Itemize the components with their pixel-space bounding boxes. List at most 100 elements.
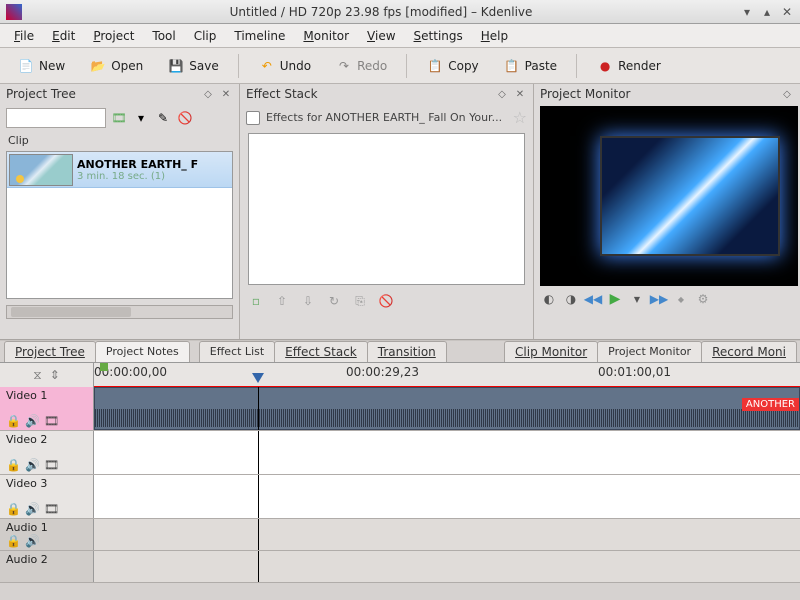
- playhead-line: [258, 387, 259, 430]
- search-input[interactable]: [6, 108, 106, 128]
- video-icon[interactable]: 🎞: [44, 458, 59, 472]
- reset-icon[interactable]: ↻: [326, 293, 342, 309]
- open-icon: 📂: [89, 57, 107, 75]
- menu-view[interactable]: View: [359, 27, 403, 45]
- favorite-icon[interactable]: ☆: [513, 108, 527, 127]
- project-tree-tools: 🎞 ▾ ✎ 🚫: [0, 104, 239, 132]
- menu-monitor[interactable]: Monitor: [295, 27, 357, 45]
- track-header-video-1[interactable]: Video 1 🔒🔊🎞: [0, 387, 94, 430]
- tab-effect-stack[interactable]: Effect Stack: [274, 341, 368, 362]
- mute-icon[interactable]: 🔊: [25, 534, 40, 548]
- paste-button[interactable]: 📋Paste: [494, 52, 566, 80]
- undo-button[interactable]: ↶Undo: [249, 52, 320, 80]
- dropdown-icon[interactable]: ▾: [132, 109, 150, 127]
- mute-icon[interactable]: 🔊: [25, 458, 40, 472]
- video-icon[interactable]: 🎞: [44, 414, 59, 428]
- video-icon[interactable]: 🎞: [44, 502, 59, 516]
- mute-icon[interactable]: 🔊: [25, 414, 40, 428]
- menu-project[interactable]: Project: [85, 27, 142, 45]
- playhead-line: [258, 519, 259, 550]
- horizontal-scrollbar[interactable]: [6, 305, 233, 319]
- project-monitor-title: Project Monitor: [540, 87, 631, 101]
- expand-icon[interactable]: ⇕: [50, 368, 60, 382]
- forward-icon[interactable]: ▶▶: [650, 290, 668, 308]
- track-body-audio-2[interactable]: [94, 551, 800, 582]
- menu-file[interactable]: File: [6, 27, 42, 45]
- menu-clip[interactable]: Clip: [186, 27, 225, 45]
- mute-icon[interactable]: 🔊: [25, 502, 40, 516]
- track-header-video-2[interactable]: Video 2 🔒 🔊 🎞: [0, 431, 94, 474]
- redo-button[interactable]: ↷Redo: [326, 52, 396, 80]
- in-marker[interactable]: [100, 363, 108, 371]
- menu-settings[interactable]: Settings: [406, 27, 471, 45]
- timeline-clip-main[interactable]: ANOTHER: [94, 387, 800, 430]
- clip-column-header[interactable]: Clip: [0, 132, 239, 149]
- lock-icon[interactable]: 🔒: [6, 502, 21, 516]
- zoom-fit-icon[interactable]: ⧖: [33, 368, 41, 383]
- delete-effect-icon[interactable]: 🚫: [378, 293, 394, 309]
- tab-project-notes[interactable]: Project Notes: [95, 341, 190, 362]
- play-icon[interactable]: ▶: [606, 290, 624, 308]
- menu-timeline[interactable]: Timeline: [226, 27, 293, 45]
- track-audio-2: Audio 2: [0, 551, 800, 583]
- copy-button[interactable]: 📋Copy: [417, 52, 487, 80]
- lock-icon[interactable]: 🔒: [6, 534, 21, 548]
- menu-tool[interactable]: Tool: [144, 27, 183, 45]
- tab-clip-monitor[interactable]: Clip Monitor: [504, 341, 598, 362]
- lock-icon[interactable]: 🔒: [6, 458, 21, 472]
- move-down-icon[interactable]: ⇩: [300, 293, 316, 309]
- playhead-icon[interactable]: [252, 373, 264, 383]
- edit-icon[interactable]: ✎: [154, 109, 172, 127]
- effects-list: [248, 133, 525, 285]
- track-header-video-3[interactable]: Video 3 🔒🔊🎞: [0, 475, 94, 518]
- project-monitor-panel: Project Monitor ◇ ◐ ◑ ◀◀ ▶ ▼ ▶▶ ◆ ⚙: [534, 84, 800, 339]
- add-clip-icon[interactable]: 🎞: [110, 109, 128, 127]
- out-point-icon[interactable]: ◑: [562, 290, 580, 308]
- track-header-audio-1[interactable]: Audio 1 🔒🔊: [0, 519, 94, 550]
- render-button[interactable]: ●Render: [587, 52, 670, 80]
- close-panel-icon[interactable]: ✕: [219, 87, 233, 101]
- tab-project-monitor[interactable]: Project Monitor: [597, 341, 702, 362]
- ruler-tools: ⧖ ⇕: [0, 363, 94, 387]
- tab-record-monitor[interactable]: Record Moni: [701, 341, 797, 362]
- minimize-button[interactable]: ▾: [740, 5, 754, 19]
- undock-icon[interactable]: ◇: [495, 87, 509, 101]
- move-up-icon[interactable]: ⇧: [274, 293, 290, 309]
- save-button[interactable]: 💾Save: [158, 52, 227, 80]
- menu-edit[interactable]: Edit: [44, 27, 83, 45]
- tab-effect-list[interactable]: Effect List: [199, 341, 275, 362]
- effects-checkbox[interactable]: [246, 111, 260, 125]
- clip-list: ANOTHER EARTH_ F 3 min. 18 sec. (1): [6, 151, 233, 299]
- play-dropdown-icon[interactable]: ▼: [628, 290, 646, 308]
- tab-transition[interactable]: Transition: [367, 341, 447, 362]
- monitor-viewport[interactable]: [540, 106, 798, 286]
- open-button[interactable]: 📂Open: [80, 52, 152, 80]
- add-effect-icon[interactable]: ▫: [248, 293, 264, 309]
- maximize-button[interactable]: ▴: [760, 5, 774, 19]
- track-header-audio-2[interactable]: Audio 2: [0, 551, 94, 582]
- close-panel-icon[interactable]: ✕: [513, 87, 527, 101]
- delete-icon[interactable]: 🚫: [176, 109, 194, 127]
- clip-item[interactable]: ANOTHER EARTH_ F 3 min. 18 sec. (1): [7, 152, 232, 188]
- in-point-icon[interactable]: ◐: [540, 290, 558, 308]
- close-button[interactable]: ✕: [780, 5, 794, 19]
- track-body-video-2[interactable]: [94, 431, 800, 474]
- track-body-video-1[interactable]: ANOTHER: [94, 387, 800, 430]
- marker-icon[interactable]: ◆: [672, 290, 690, 308]
- menu-help[interactable]: Help: [473, 27, 516, 45]
- track-label: Video 2: [6, 433, 87, 446]
- undock-icon[interactable]: ◇: [201, 87, 215, 101]
- new-button[interactable]: 📄New: [8, 52, 74, 80]
- timeline-ruler[interactable]: ⧖ ⇕ 00:00:00,00 00:00:29,23 00:01:00,01: [0, 363, 800, 387]
- rewind-icon[interactable]: ◀◀: [584, 290, 602, 308]
- track-body-audio-1[interactable]: [94, 519, 800, 550]
- track-video-2: Video 2 🔒 🔊 🎞: [0, 431, 800, 475]
- options-icon[interactable]: ⚙: [694, 290, 712, 308]
- track-body-video-3[interactable]: [94, 475, 800, 518]
- lock-icon[interactable]: 🔒: [6, 414, 21, 428]
- window-title: Untitled / HD 720p 23.98 fps [modified] …: [28, 5, 734, 19]
- main-toolbar: 📄New 📂Open 💾Save ↶Undo ↷Redo 📋Copy 📋Past…: [0, 48, 800, 84]
- tab-project-tree[interactable]: Project Tree: [4, 341, 96, 362]
- save-effect-icon[interactable]: ⎘: [352, 293, 368, 309]
- undock-icon[interactable]: ◇: [780, 87, 794, 101]
